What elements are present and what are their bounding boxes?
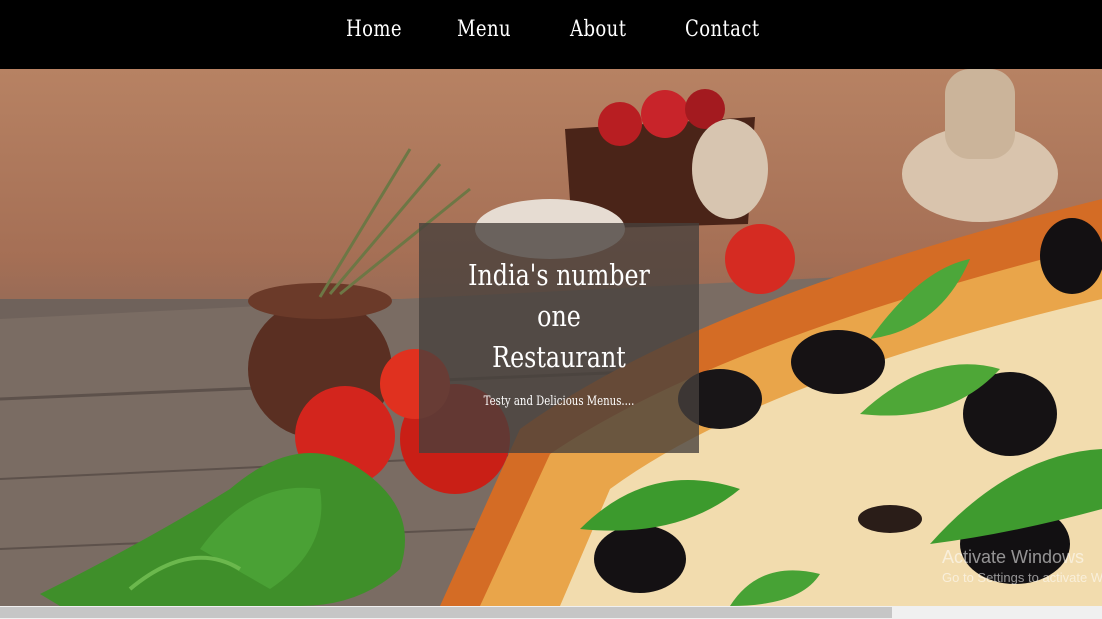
navbar: Home Menu About Contact [0, 0, 1102, 69]
hero-subtitle: Testy and Delicious Menus.... [483, 394, 635, 409]
nav-home-link[interactable]: Home [346, 17, 402, 42]
hero-card: India's number one Restaurant Testy and … [419, 223, 699, 453]
activate-windows-watermark: Activate Windows Go to Settings to activ… [942, 547, 1102, 585]
hero-title-line1: India's number one [468, 258, 650, 333]
watermark-subtitle: Go to Settings to activate Windows. [942, 570, 1102, 585]
nav-contact-link[interactable]: Contact [685, 17, 760, 42]
watermark-title: Activate Windows [942, 547, 1085, 567]
horizontal-scrollbar[interactable] [0, 606, 1102, 619]
hero-title: India's number one Restaurant [444, 255, 674, 378]
nav-about-link[interactable]: About [570, 17, 626, 42]
nav-menu-link[interactable]: Menu [457, 17, 511, 42]
scrollbar-thumb[interactable] [0, 607, 892, 618]
nav-links: Home Menu About Contact [0, 0, 1102, 69]
hero-title-line2: Restaurant [492, 340, 626, 374]
hero-section: India's number one Restaurant Testy and … [0, 69, 1102, 606]
